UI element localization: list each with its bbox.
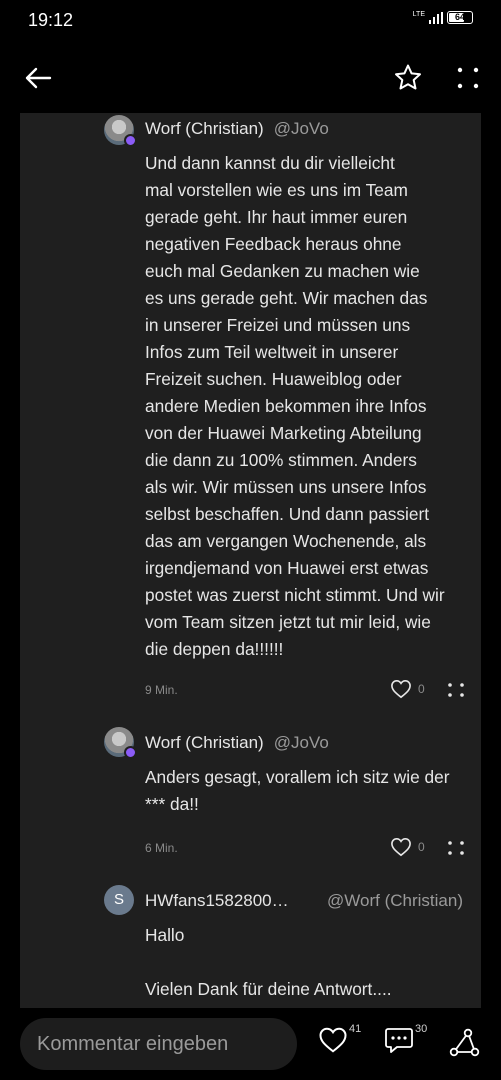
comment-text: Und dann kannst du dir vielleicht mal vo… [145, 153, 445, 659]
comment-icon [385, 1028, 413, 1053]
favorite-button[interactable] [388, 60, 428, 96]
comment-author[interactable]: HWfans1582800… [145, 891, 289, 911]
comment-input-placeholder: Kommentar eingeben [37, 1033, 229, 1055]
top-bar [0, 50, 501, 106]
back-button[interactable] [18, 60, 58, 96]
more-button[interactable] [448, 60, 488, 96]
star-icon [395, 64, 421, 90]
like-count: 0 [418, 682, 425, 696]
comment-thread-panel: Worf (Christian) @JoVo Und dann kannst du… [20, 113, 481, 1008]
more-vertical-icon [457, 67, 479, 89]
post-comments-button[interactable]: 30 [384, 1023, 428, 1054]
author-handle: @JoVo [273, 119, 329, 138]
share-button[interactable] [448, 1028, 480, 1058]
verified-badge-icon [124, 134, 137, 147]
heart-icon [391, 837, 411, 857]
comment-author[interactable]: Worf (Christian) @JoVo [145, 119, 329, 139]
battery-level: 64 [454, 12, 465, 22]
verified-badge-icon [124, 746, 137, 759]
comment-text: Anders gesagt, vorallem ich sitz wie der… [145, 767, 450, 814]
avatar[interactable]: S [104, 885, 134, 915]
post-comment-count: 30 [415, 1023, 428, 1035]
author-name: Worf (Christian) [145, 733, 264, 752]
battery-icon: 64 [447, 11, 473, 24]
heart-icon [319, 1027, 347, 1053]
comment-author[interactable]: Worf (Christian) @JoVo [145, 733, 329, 753]
heart-icon [391, 679, 411, 699]
like-button[interactable]: 0 [390, 679, 425, 699]
comment-input[interactable]: Kommentar eingeben [20, 1018, 297, 1070]
comment-time: 6 Min. [145, 841, 178, 855]
avatar[interactable] [104, 115, 137, 147]
author-name: Worf (Christian) [145, 119, 264, 138]
comment-time: 9 Min. [145, 683, 178, 697]
bottom-bar: Kommentar eingeben 41 30 [0, 1008, 501, 1080]
signal-icon [429, 11, 443, 24]
reply-to-handle[interactable]: @Worf (Christian) [327, 891, 463, 911]
share-icon [449, 1028, 480, 1057]
post-like-count: 41 [349, 1023, 362, 1035]
status-icons: LTE 64 [413, 11, 473, 24]
status-time: 19:12 [28, 10, 74, 30]
back-arrow-icon [25, 67, 52, 89]
like-button[interactable]: 0 [390, 837, 425, 857]
post-like-button[interactable]: 41 [318, 1023, 362, 1054]
author-handle: @JoVo [273, 733, 329, 752]
comment-more-icon[interactable] [447, 682, 465, 698]
status-bar: 19:12 LTE 64 [0, 0, 501, 40]
avatar[interactable] [104, 727, 137, 759]
like-count: 0 [418, 840, 425, 854]
comment-text: Hallo Vielen Dank für deine Antwort.... [145, 925, 392, 999]
comment-more-icon[interactable] [447, 840, 465, 856]
network-type: LTE [412, 11, 425, 18]
